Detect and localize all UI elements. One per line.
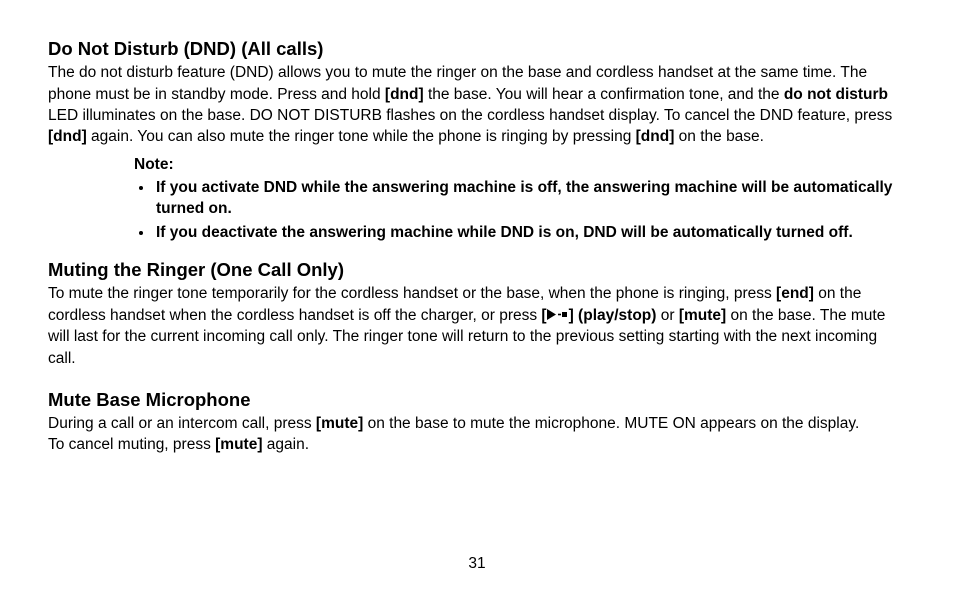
text: To mute the ringer tone temporarily for … xyxy=(48,285,776,302)
paragraph-mute-ringer: To mute the ringer tone temporarily for … xyxy=(48,283,906,369)
manual-page: Do Not Disturb (DND) (All calls) The do … xyxy=(0,0,954,609)
heading-dnd: Do Not Disturb (DND) (All calls) xyxy=(48,38,906,60)
key-dnd: [dnd] xyxy=(385,86,424,103)
text: During a call or an intercom call, press xyxy=(48,415,316,432)
key-mute: [mute] xyxy=(316,415,363,432)
key-mute: [mute] xyxy=(215,436,262,453)
text: again. xyxy=(263,436,310,453)
key-end: [end] xyxy=(776,285,814,302)
text: LED illuminates on the base. DO NOT DIST… xyxy=(48,107,892,124)
note-block: Note: If you activate DND while the answ… xyxy=(134,154,906,244)
note-label: Note: xyxy=(134,154,906,175)
heading-mute-base-mic: Mute Base Microphone xyxy=(48,389,906,411)
paragraph-mute-mic-1: During a call or an intercom call, press… xyxy=(48,413,906,434)
note-bullets: If you activate DND while the answering … xyxy=(134,177,906,243)
play-stop-icon xyxy=(547,309,569,320)
key-play-stop: [] (play/stop) xyxy=(541,307,656,324)
led-name: do not disturb xyxy=(784,86,888,103)
page-number: 31 xyxy=(0,555,954,573)
text: To cancel muting, press xyxy=(48,436,215,453)
text: on the base to mute the microphone. MUTE… xyxy=(363,415,859,432)
key-mute: [mute] xyxy=(679,307,726,324)
text: or xyxy=(656,307,678,324)
paragraph-dnd: The do not disturb feature (DND) allows … xyxy=(48,62,906,148)
text: on the base. xyxy=(674,128,764,145)
heading-mute-ringer: Muting the Ringer (One Call Only) xyxy=(48,259,906,281)
note-bullet: If you activate DND while the answering … xyxy=(154,177,906,220)
paragraph-mute-mic-2: To cancel muting, press [mute] again. xyxy=(48,434,906,455)
key-dnd: [dnd] xyxy=(48,128,87,145)
text: again. You can also mute the ringer tone… xyxy=(87,128,636,145)
key-dnd: [dnd] xyxy=(636,128,675,145)
text: the base. You will hear a confirmation t… xyxy=(424,86,784,103)
note-bullet: If you deactivate the answering machine … xyxy=(154,222,906,243)
